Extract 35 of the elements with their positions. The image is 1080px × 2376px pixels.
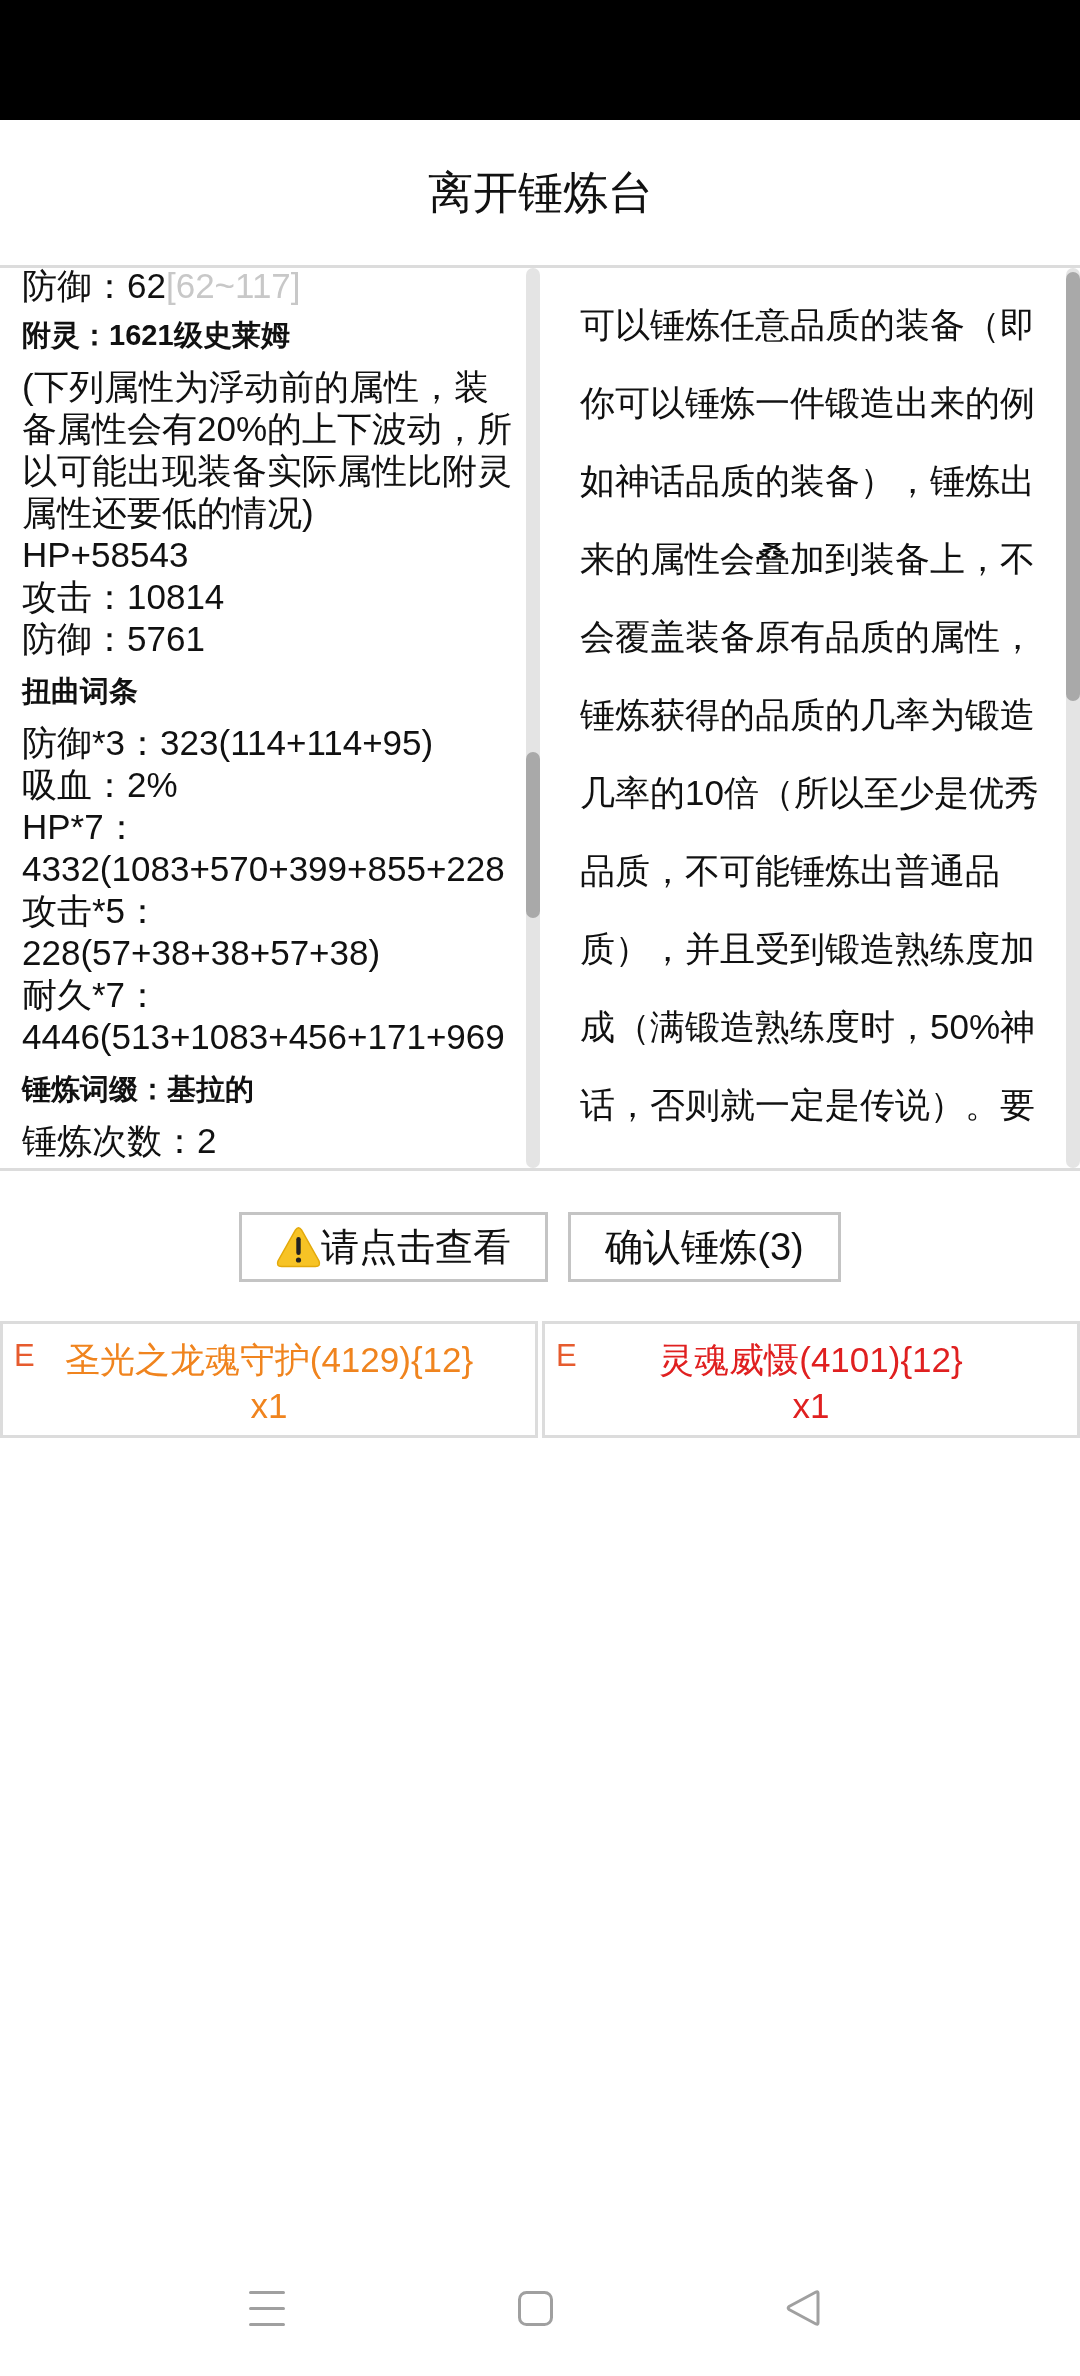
section-heading: 锤炼词缀：基拉的: [22, 1072, 254, 1107]
item-count: x1: [250, 1385, 288, 1427]
menu-icon[interactable]: [248, 2290, 285, 2326]
page-title: 离开锤炼台: [427, 165, 653, 220]
view-button[interactable]: 请点击查看: [239, 1212, 549, 1282]
stat-text: 防御：5761: [22, 618, 205, 660]
stat-text: 攻击：10814: [22, 576, 225, 618]
grade-text: E: [14, 1339, 35, 1373]
stat-text: 锤炼次数：2: [22, 1120, 217, 1162]
warning-icon: [276, 1226, 322, 1268]
item-count: x1: [792, 1385, 830, 1427]
stat-text: 防御：62: [22, 268, 166, 305]
stat-text: 4446(513+1083+456+171+969: [22, 1016, 505, 1058]
stat-text: 吸血：2%: [22, 764, 178, 806]
stat-text: 防御*3：323(114+114+95): [22, 722, 434, 764]
square-icon[interactable]: [517, 2290, 553, 2326]
description-text: 可以锤炼任意品质的装备（即你可以锤炼一件锻造出来的例如神话品质的装备），锤炼出来的属性会叠加到装备上，不会覆盖装备原有品质的属性，锤炼获得的品质的几率为锻造几率的10倍（所以至少是优秀品质，不可能锤炼出普通品质），并且受到锻造熟练度加成（满锻造熟练度时，50%神话，否则就一定是传说）。要: [580, 304, 1040, 1126]
stat-text: HP+58543: [22, 534, 189, 576]
confirm-button[interactable]: 确认锤炼(3): [568, 1212, 841, 1282]
note-text: (下列属性为浮动前的属性，装备属性会有20%的上下波动，所以可能出现装备实际属性比附灵属性还要低的情况): [22, 366, 514, 534]
stat-text: 4332(1083+570+399+855+228: [22, 848, 505, 890]
section-heading: 附灵：1621级史莱姆: [22, 318, 290, 353]
item-card[interactable]: E 灵魂威慑(4101){12} x1: [542, 1321, 1080, 1438]
scrollbar-thumb[interactable]: [526, 752, 540, 918]
section-heading: 扭曲词条: [22, 674, 138, 709]
stat-text: HP*7：: [22, 806, 139, 848]
back-icon[interactable]: [785, 2290, 820, 2326]
stat-text: 228(57+38+38+57+38): [22, 932, 381, 974]
grade-text: E: [556, 1339, 577, 1373]
item-card[interactable]: E 圣光之龙魂守护(4129){12} x1: [0, 1321, 538, 1438]
stat-text: 攻击*5：: [22, 890, 161, 932]
stat-text: 耐久*7：: [22, 974, 161, 1016]
scrollbar-thumb[interactable]: [1066, 272, 1080, 701]
item-name: 圣光之龙魂守护(4129){12}: [64, 1339, 474, 1381]
item-name: 灵魂威慑(4101){12}: [659, 1339, 963, 1381]
